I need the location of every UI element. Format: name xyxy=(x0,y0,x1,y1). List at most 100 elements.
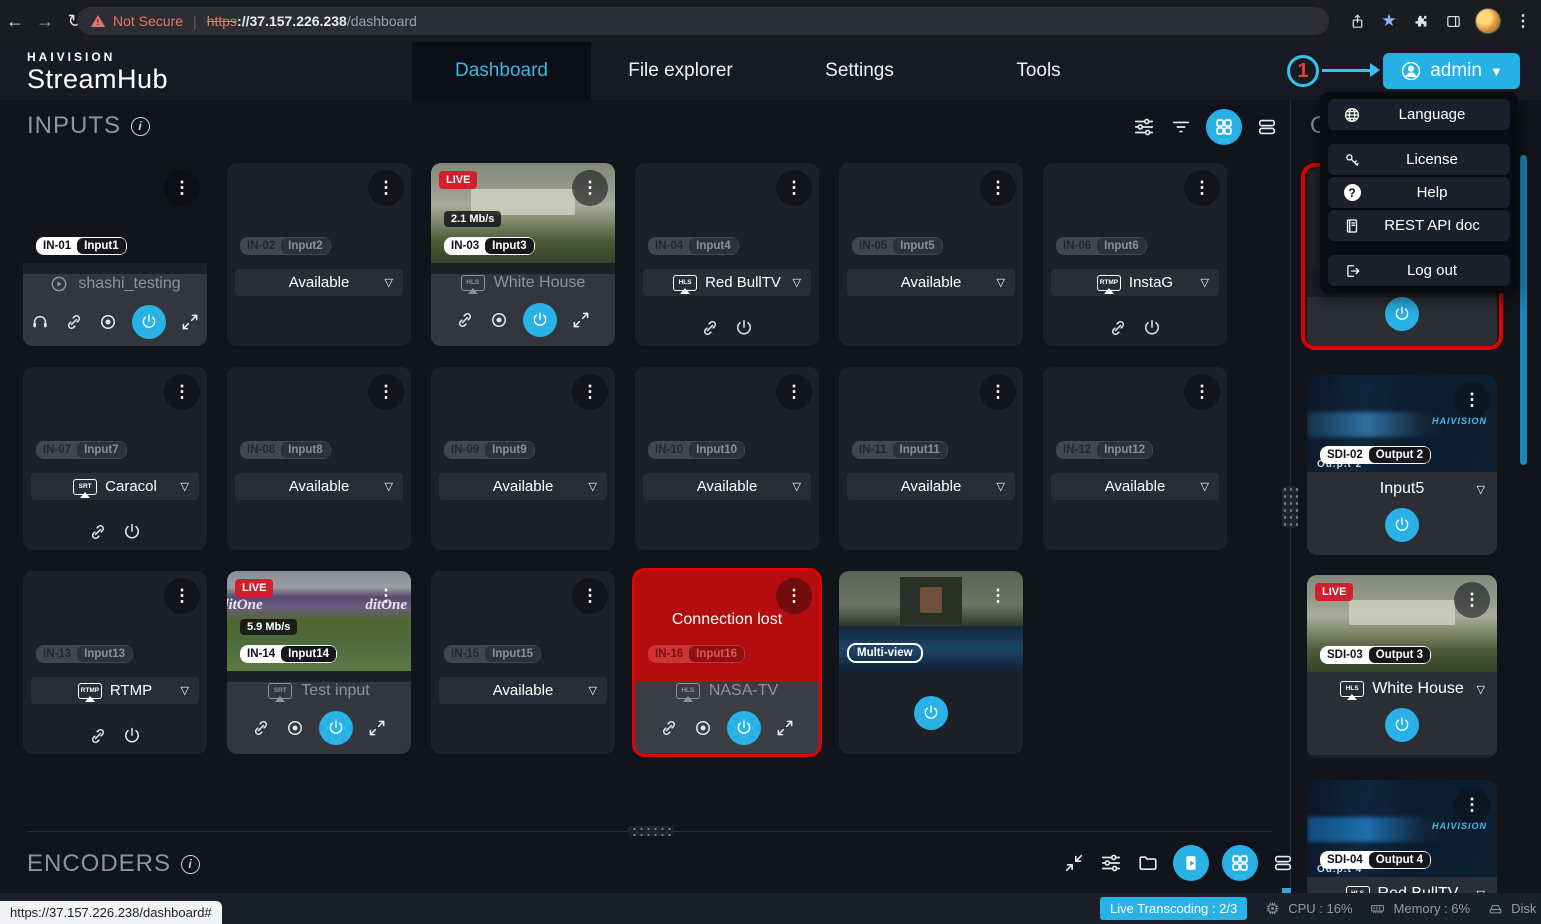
tab-tools[interactable]: Tools xyxy=(949,42,1128,100)
info-icon[interactable]: i xyxy=(131,117,150,136)
browser-forward-icon[interactable]: → xyxy=(30,11,60,32)
kebab-menu-icon[interactable]: ⋮ xyxy=(776,374,812,410)
menu-item-logout[interactable]: Log out xyxy=(1328,255,1510,286)
source-select[interactable]: Available▽ xyxy=(235,269,403,296)
share-icon[interactable] xyxy=(1347,11,1367,31)
outputs-scrollbar[interactable] xyxy=(1520,155,1527,465)
input-card-in04: ⋮ IN-04Input4 HLSRed BullTV▽ xyxy=(635,163,819,346)
kebab-menu-icon[interactable]: ⋮ xyxy=(164,170,200,206)
bookmark-star-icon[interactable]: ★ xyxy=(1379,11,1399,31)
kebab-menu-icon[interactable]: ⋮ xyxy=(368,578,404,614)
record-icon[interactable] xyxy=(693,718,713,738)
tab-settings[interactable]: Settings xyxy=(770,42,949,100)
tab-file-explorer[interactable]: File explorer xyxy=(591,42,770,100)
menu-item-license[interactable]: License xyxy=(1328,144,1510,175)
record-icon[interactable] xyxy=(285,718,305,738)
kebab-menu-icon[interactable]: ⋮ xyxy=(1184,374,1220,410)
kebab-menu-icon[interactable]: ⋮ xyxy=(1454,382,1490,418)
record-icon[interactable] xyxy=(98,312,118,332)
expand-icon[interactable] xyxy=(571,310,591,330)
link-icon[interactable] xyxy=(659,718,679,738)
kebab-menu-icon[interactable]: ⋮ xyxy=(368,170,404,206)
profile-avatar[interactable] xyxy=(1475,8,1501,34)
power-icon[interactable] xyxy=(122,522,142,542)
power-on-button[interactable] xyxy=(132,305,166,339)
info-icon[interactable]: i xyxy=(181,855,200,874)
kebab-menu-icon[interactable]: ⋮ xyxy=(572,374,608,410)
kebab-menu-icon[interactable]: ⋮ xyxy=(776,578,812,614)
power-on-button[interactable] xyxy=(1385,297,1419,331)
power-icon[interactable] xyxy=(122,726,142,746)
side-panel-icon[interactable] xyxy=(1443,11,1463,31)
power-on-button[interactable] xyxy=(319,711,353,745)
power-icon[interactable] xyxy=(1142,318,1162,338)
kebab-menu-icon[interactable]: ⋮ xyxy=(572,578,608,614)
expand-icon[interactable] xyxy=(775,718,795,738)
menu-item-language[interactable]: Language xyxy=(1328,99,1510,130)
kebab-menu-icon[interactable]: ⋮ xyxy=(980,578,1016,614)
kebab-menu-icon[interactable]: ⋮ xyxy=(776,170,812,206)
source-select[interactable]: Available▽ xyxy=(643,473,811,500)
kebab-menu-icon[interactable]: ⋮ xyxy=(1184,170,1220,206)
source-select[interactable]: HLSRed BullTV▽ xyxy=(643,269,811,296)
source-select[interactable]: Available▽ xyxy=(235,473,403,500)
link-icon[interactable] xyxy=(88,522,108,542)
power-on-button[interactable] xyxy=(1385,708,1419,742)
kebab-menu-icon[interactable]: ⋮ xyxy=(980,374,1016,410)
kebab-menu-icon[interactable]: ⋮ xyxy=(1454,582,1490,618)
adjust-sliders-icon[interactable] xyxy=(1132,115,1156,139)
filter-icon[interactable] xyxy=(1169,115,1193,139)
adjust-sliders-icon[interactable] xyxy=(1099,851,1123,875)
power-on-button[interactable] xyxy=(727,711,761,745)
link-icon[interactable] xyxy=(64,312,84,332)
power-on-button[interactable] xyxy=(523,303,557,337)
kebab-menu-icon[interactable]: ⋮ xyxy=(980,170,1016,206)
kebab-menu-icon[interactable]: ⋮ xyxy=(164,374,200,410)
source-select[interactable]: SRTCaracol▽ xyxy=(31,473,199,500)
link-icon[interactable] xyxy=(455,310,475,330)
source-select[interactable]: Available▽ xyxy=(439,473,607,500)
link-icon[interactable] xyxy=(700,318,720,338)
extensions-puzzle-icon[interactable] xyxy=(1411,11,1431,31)
kebab-menu-icon[interactable]: ⋮ xyxy=(368,374,404,410)
output-card-sdi02: ⋮ HAIVISION SDI-02Output 2 Ou.p.t 2 Inpu… xyxy=(1307,375,1497,555)
pane-resize-handle[interactable] xyxy=(1279,480,1301,534)
address-bar[interactable]: ! Not Secure | https://37.157.226.238/da… xyxy=(77,7,1329,35)
source-select[interactable]: Available▽ xyxy=(847,473,1015,500)
power-on-button[interactable] xyxy=(1385,508,1419,542)
source-select[interactable]: RTMPInstaG▽ xyxy=(1051,269,1219,296)
source-select[interactable]: RTMPRTMP▽ xyxy=(31,677,199,704)
browser-toolbar: ← → ↻ ! Not Secure | https://37.157.226.… xyxy=(0,0,1541,42)
record-icon[interactable] xyxy=(489,310,509,330)
power-on-button[interactable] xyxy=(914,696,948,730)
link-icon[interactable] xyxy=(1108,318,1128,338)
expand-icon[interactable] xyxy=(180,312,200,332)
folder-icon[interactable] xyxy=(1136,851,1160,875)
source-select[interactable]: Available▽ xyxy=(439,677,607,704)
kebab-menu-icon[interactable]: ⋮ xyxy=(1454,787,1490,823)
kebab-menu-icon[interactable]: ⋮ xyxy=(572,170,608,206)
kebab-menu-icon[interactable]: ⋮ xyxy=(164,578,200,614)
expand-icon[interactable] xyxy=(367,718,387,738)
grid-view-button[interactable] xyxy=(1206,109,1242,145)
browser-back-icon[interactable]: ← xyxy=(0,11,30,32)
collapse-icon[interactable] xyxy=(1062,851,1086,875)
list-view-icon[interactable] xyxy=(1255,115,1279,139)
menu-item-rest-api-doc[interactable]: REST API doc xyxy=(1328,210,1510,241)
output-source-select[interactable]: Input5▽ xyxy=(1307,472,1497,506)
tab-dashboard[interactable]: Dashboard xyxy=(412,42,591,100)
headset-icon[interactable] xyxy=(30,312,50,332)
source-select[interactable]: Available▽ xyxy=(847,269,1015,296)
source-select[interactable]: Available▽ xyxy=(1051,473,1219,500)
menu-item-help[interactable]: ? Help xyxy=(1328,177,1510,208)
browser-menu-icon[interactable]: ⋮ xyxy=(1513,11,1533,31)
link-icon[interactable] xyxy=(251,718,271,738)
power-icon[interactable] xyxy=(734,318,754,338)
list-view-icon[interactable] xyxy=(1271,851,1295,875)
link-icon[interactable] xyxy=(88,726,108,746)
section-resize-handle[interactable] xyxy=(622,823,680,839)
admin-user-button[interactable]: admin ▼ xyxy=(1383,53,1520,89)
recordings-button[interactable] xyxy=(1173,845,1209,881)
grid-view-button[interactable] xyxy=(1222,845,1258,881)
output-source-select[interactable]: HLSWhite House▽ xyxy=(1307,672,1497,706)
